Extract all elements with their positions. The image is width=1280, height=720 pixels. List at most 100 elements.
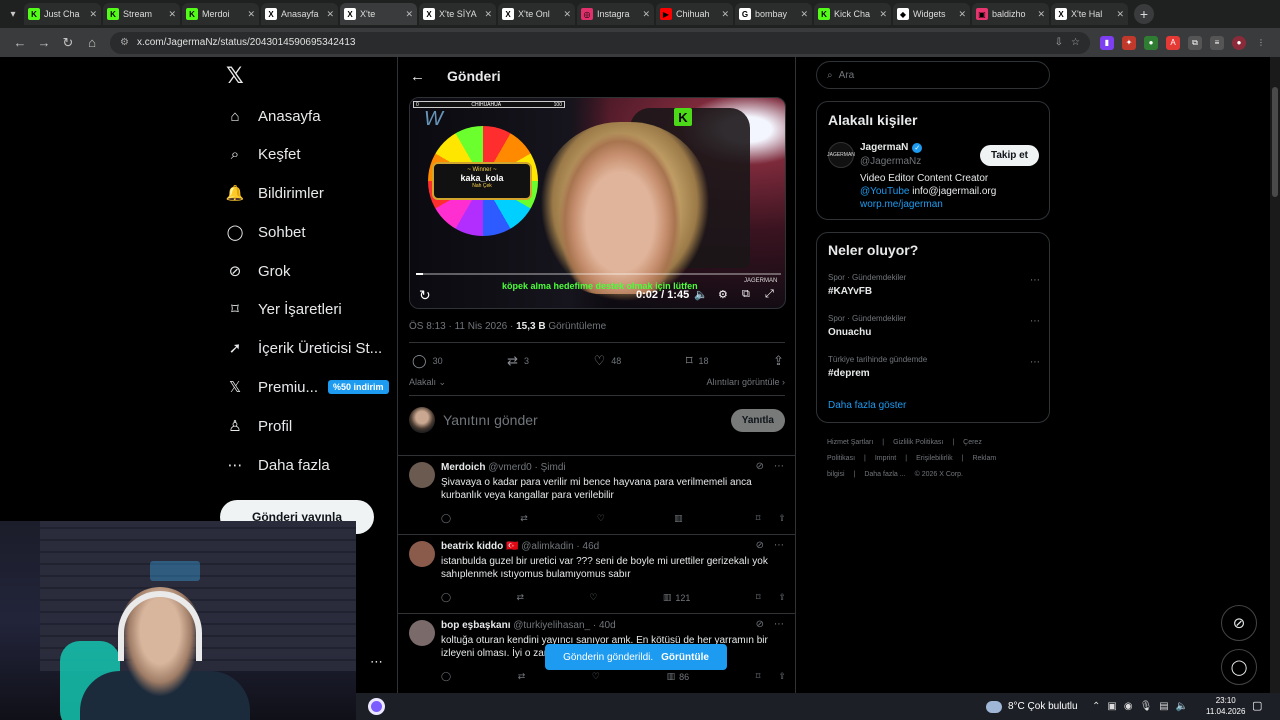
- tab-close-icon[interactable]: ✕: [642, 9, 650, 20]
- post-timestamp[interactable]: ÖS 8:13 · 11 Nis 2026 ·: [409, 321, 516, 332]
- nav-item-yer-i-şaretleri[interactable]: ⌑ Yer İşaretleri: [226, 294, 342, 324]
- back-icon[interactable]: ←: [8, 31, 32, 55]
- repost-action[interactable]: ⇄ 3: [507, 353, 529, 369]
- replay-icon[interactable]: ↻: [419, 287, 431, 304]
- browser-tab[interactable]: ◎ Instagra ✕: [577, 3, 654, 25]
- tab-search-icon[interactable]: ▾: [4, 5, 22, 23]
- microphone-icon[interactable]: 🎙: [1140, 701, 1153, 712]
- youtube-link[interactable]: @YouTube: [860, 186, 909, 197]
- trend-item[interactable]: Spor · Gündemdekiler #KAYvFB ⋯: [828, 273, 1040, 297]
- menu-icon[interactable]: ⋮: [1254, 36, 1268, 50]
- browser-tab[interactable]: K Stream ✕: [103, 3, 180, 25]
- reply-action[interactable]: ◯ 30: [412, 353, 443, 369]
- more-options-icon[interactable]: ⋯: [1030, 275, 1040, 286]
- grok-icon[interactable]: ⊘: [1221, 605, 1257, 641]
- bookmark-icon[interactable]: ⌑: [756, 592, 761, 603]
- more-options-icon[interactable]: ⋯: [774, 461, 784, 472]
- nav-item-sohbet[interactable]: ◯ Sohbet: [226, 217, 306, 247]
- browser-tab[interactable]: ▶ Chihuah ✕: [656, 3, 733, 25]
- views-action[interactable]: ▥ 86: [667, 671, 690, 682]
- share-action[interactable]: ⇪: [773, 353, 784, 369]
- footer-link[interactable]: Daha fazla ...: [864, 471, 905, 478]
- tab-close-icon[interactable]: ✕: [247, 9, 255, 20]
- tab-close-icon[interactable]: ✕: [89, 9, 97, 20]
- tray-app-icon[interactable]: ▣: [1107, 701, 1116, 712]
- reply-button[interactable]: Yanıtla: [730, 408, 785, 432]
- browser-tab[interactable]: K Merdoi ✕: [182, 3, 259, 25]
- x-logo-icon[interactable]: 𝕏: [226, 65, 248, 87]
- weather-widget[interactable]: 8°C Çok bulutlu: [986, 693, 1078, 720]
- follow-button[interactable]: Takip et: [979, 145, 1039, 166]
- browser-tab[interactable]: X X'te Hal ✕: [1051, 3, 1128, 25]
- more-options-icon[interactable]: ⋯: [370, 654, 383, 670]
- reply-author[interactable]: Merdoich: [441, 462, 485, 473]
- reply-author[interactable]: bop eşbaşkanı: [441, 620, 510, 631]
- settings-icon[interactable]: ⚙: [718, 288, 728, 301]
- nav-item-grok[interactable]: ⊘ Grok: [226, 256, 291, 286]
- tab-close-icon[interactable]: ✕: [958, 9, 966, 20]
- browser-tab[interactable]: K Just Cha ✕: [24, 3, 101, 25]
- bookmark-icon[interactable]: ⌑: [756, 513, 761, 524]
- grok-icon[interactable]: ⊘: [756, 619, 764, 630]
- reload-icon[interactable]: ↻: [56, 31, 80, 55]
- tab-close-icon[interactable]: ✕: [1116, 9, 1124, 20]
- sort-dropdown[interactable]: Alakalı ⌄: [409, 377, 446, 388]
- notifications-icon[interactable]: ▢: [1252, 699, 1266, 713]
- url-field[interactable]: ⚙ x.com/JagermaNz/status/204301459069534…: [110, 31, 1090, 54]
- nav-item-premiu[interactable]: 𝕏 Premiu... %50 indirim: [226, 372, 389, 402]
- tab-close-icon[interactable]: ✕: [326, 9, 334, 20]
- browser-tab[interactable]: X X'te ✕: [340, 3, 417, 25]
- browser-tab[interactable]: Gbombay ✕: [735, 3, 812, 25]
- share-icon[interactable]: ⇪: [778, 592, 786, 603]
- reading-list-icon[interactable]: ≡: [1210, 35, 1224, 50]
- volume-icon[interactable]: 🔈: [694, 288, 708, 301]
- taskbar-app-icon[interactable]: [368, 698, 385, 715]
- browser-tab[interactable]: X Anasayfa ✕: [261, 3, 338, 25]
- nav-item-i-çerik-üreticisi-st[interactable]: ➚ İçerik Üreticisi St...: [226, 333, 382, 363]
- extension-icon[interactable]: ✦: [1122, 35, 1136, 50]
- toast-view-link[interactable]: Görüntüle: [661, 652, 709, 663]
- tab-close-icon[interactable]: ✕: [405, 9, 413, 20]
- repost-icon[interactable]: ⇄: [520, 513, 528, 524]
- back-arrow-icon[interactable]: ←: [410, 68, 425, 85]
- repost-icon[interactable]: ⇄: [518, 671, 526, 682]
- footer-link[interactable]: © 2026 X Corp.: [915, 471, 963, 478]
- avatar[interactable]: [409, 462, 435, 488]
- nav-item-keşfet[interactable]: ⌕ Keşfet: [226, 139, 301, 169]
- avatar[interactable]: [409, 541, 435, 567]
- share-icon[interactable]: ⇪: [778, 671, 786, 682]
- heart-icon[interactable]: ♡: [597, 513, 605, 524]
- browser-tab[interactable]: X X'te SİYA ✕: [419, 3, 496, 25]
- share-icon[interactable]: ⇪: [778, 513, 786, 524]
- tab-close-icon[interactable]: ✕: [721, 9, 729, 20]
- extension-icon[interactable]: ●: [1144, 35, 1158, 50]
- video-player[interactable]: K W 0 CHIHUAHUA 100 ~ Winner ~ kaka_kola…: [409, 97, 786, 309]
- reply-tweet[interactable]: beatrix kiddo 🇹🇷 @alimkadin · 46d ⊘ ⋯ istan…: [398, 534, 796, 613]
- grok-icon[interactable]: ⊘: [756, 461, 764, 472]
- fullscreen-icon[interactable]: ⤢: [765, 288, 774, 301]
- scrollbar-thumb[interactable]: [1272, 87, 1278, 197]
- new-tab-button[interactable]: +: [1134, 4, 1154, 24]
- avatar[interactable]: [409, 620, 435, 646]
- reply-input[interactable]: Yanıtını gönder: [443, 412, 723, 428]
- heart-icon[interactable]: ♡: [589, 592, 597, 603]
- extension-icon[interactable]: ▮: [1100, 35, 1114, 50]
- video-progress-bar[interactable]: [416, 273, 781, 275]
- nav-item-anasayfa[interactable]: ⌂ Anasayfa: [226, 101, 320, 131]
- trend-item[interactable]: Türkiye tarihinde gündemde #deprem ⋯: [828, 355, 1040, 379]
- adblock-icon[interactable]: A: [1166, 35, 1180, 50]
- nav-item-daha-fazla[interactable]: ⋯ Daha fazla: [226, 450, 330, 480]
- chevron-up-icon[interactable]: ⌃: [1092, 701, 1100, 712]
- reply-icon[interactable]: ◯: [441, 671, 451, 682]
- tab-close-icon[interactable]: ✕: [484, 9, 492, 20]
- more-options-icon[interactable]: ⋯: [1030, 316, 1040, 327]
- show-more-link[interactable]: Daha fazla göster: [828, 400, 906, 411]
- pip-icon[interactable]: ⧉: [742, 288, 750, 301]
- reply-author[interactable]: beatrix kiddo: [441, 541, 503, 552]
- reply-icon[interactable]: ◯: [441, 513, 451, 524]
- puzzle-icon[interactable]: ⧉: [1188, 35, 1202, 50]
- more-options-icon[interactable]: ⋯: [774, 540, 784, 551]
- bio-url-link[interactable]: worp.me/jagerman: [860, 198, 996, 211]
- tab-close-icon[interactable]: ✕: [168, 9, 176, 20]
- repost-icon[interactable]: ⇄: [516, 592, 524, 603]
